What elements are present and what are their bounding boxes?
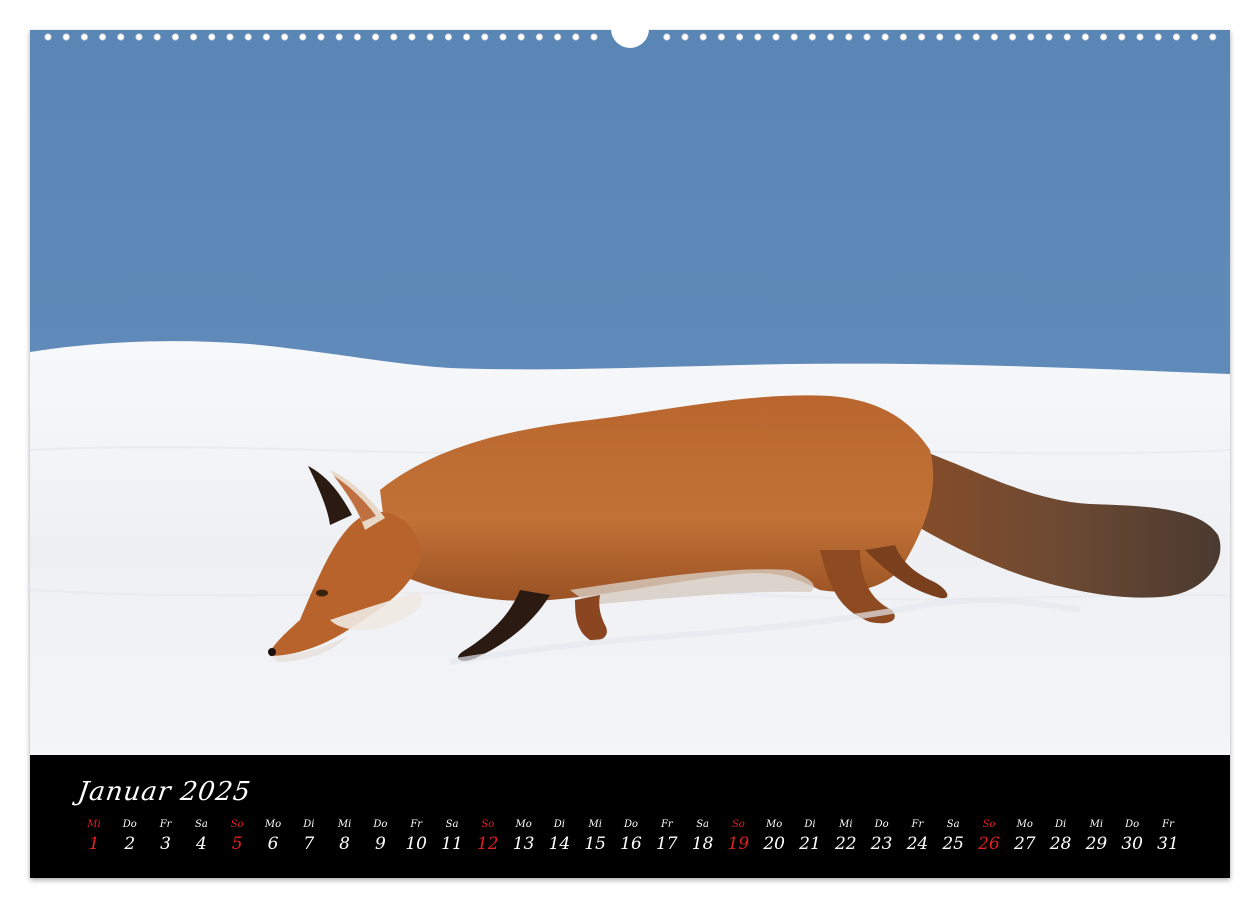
day-number: 20 bbox=[763, 834, 785, 854]
calendar-day: Di 21 bbox=[792, 819, 828, 855]
calendar-day: Mi 8 bbox=[327, 819, 363, 855]
day-row: Mi 1 Do 2 Fr 3 Sa 4 So 5 Mo 6 Di 7 Mi 8 Do 9 Fr 10 Sa 11 So 12 M… bbox=[76, 819, 1196, 869]
day-number: 18 bbox=[691, 834, 714, 854]
calendar-day: Fr 17 bbox=[649, 819, 685, 855]
weekday-label: So bbox=[982, 819, 996, 830]
weekday-label: Di bbox=[1054, 819, 1067, 830]
calendar-day: Fr 31 bbox=[1150, 819, 1186, 855]
calendar-day: Di 28 bbox=[1043, 819, 1079, 855]
day-number: 31 bbox=[1157, 834, 1179, 854]
day-number: 8 bbox=[339, 834, 350, 854]
calendar-day: Sa 11 bbox=[434, 819, 470, 855]
day-number: 22 bbox=[834, 834, 857, 854]
calendar-day: Mi 22 bbox=[828, 819, 864, 855]
calendar-day: Do 2 bbox=[112, 819, 148, 855]
day-number: 11 bbox=[441, 834, 463, 854]
day-number: 6 bbox=[267, 834, 279, 854]
calendar-strip: Januar 2025 Mi 1 Do 2 Fr 3 Sa 4 So 5 Mo 6 Di 7 Mi 8 Do 9 F… bbox=[30, 755, 1230, 878]
weekday-label: Mi bbox=[87, 819, 101, 830]
weekday-label: Mo bbox=[264, 819, 282, 830]
day-number: 26 bbox=[978, 834, 1000, 854]
calendar-day: Mo 13 bbox=[506, 819, 542, 855]
day-number: 5 bbox=[231, 834, 243, 854]
weekday-label: Fr bbox=[159, 819, 172, 830]
calendar-day: So 5 bbox=[219, 819, 255, 855]
weekday-label: Do bbox=[874, 819, 889, 830]
weekday-label: Mo bbox=[515, 819, 532, 830]
weekday-label: Sa bbox=[194, 819, 208, 830]
day-number: 17 bbox=[655, 834, 678, 854]
calendar-day: Sa 18 bbox=[685, 819, 721, 855]
day-number: 25 bbox=[942, 834, 964, 854]
day-number: 9 bbox=[374, 834, 386, 854]
day-number: 24 bbox=[906, 834, 929, 854]
calendar-day: Fr 3 bbox=[148, 819, 184, 855]
calendar-day: Di 14 bbox=[541, 819, 577, 855]
weekday-label: Fr bbox=[660, 819, 673, 830]
day-number: 4 bbox=[195, 834, 207, 854]
day-number: 12 bbox=[476, 834, 499, 854]
calendar-day: So 26 bbox=[971, 819, 1007, 855]
weekday-label: So bbox=[731, 819, 745, 830]
day-number: 7 bbox=[303, 834, 315, 854]
calendar-day: So 19 bbox=[720, 819, 756, 855]
weekday-label: Do bbox=[122, 819, 137, 830]
weekday-label: Di bbox=[303, 819, 315, 830]
calendar-page: Januar 2025 Mi 1 Do 2 Fr 3 Sa 4 So 5 Mo 6 Di 7 Mi 8 Do 9 F… bbox=[0, 0, 1260, 908]
calendar-sheet: Januar 2025 Mi 1 Do 2 Fr 3 Sa 4 So 5 Mo 6 Di 7 Mi 8 Do 9 F… bbox=[30, 30, 1230, 878]
calendar-day: Do 23 bbox=[864, 819, 900, 855]
day-number: 29 bbox=[1085, 834, 1108, 854]
weekday-label: Di bbox=[804, 819, 816, 830]
fox-photo bbox=[30, 30, 1230, 755]
calendar-day: Do 30 bbox=[1114, 819, 1150, 855]
day-number: 28 bbox=[1049, 834, 1072, 854]
calendar-day: So 12 bbox=[470, 819, 506, 855]
weekday-label: Sa bbox=[445, 819, 459, 830]
weekday-label: Fr bbox=[410, 819, 423, 830]
calendar-day: Mo 6 bbox=[255, 819, 291, 855]
calendar-day: Do 16 bbox=[613, 819, 649, 855]
weekday-label: Do bbox=[623, 819, 639, 830]
day-number: 10 bbox=[405, 834, 427, 854]
calendar-day: Fr 10 bbox=[398, 819, 434, 855]
weekday-label: Do bbox=[373, 819, 388, 830]
day-number: 1 bbox=[88, 834, 100, 854]
weekday-label: Fr bbox=[911, 819, 924, 830]
day-number: 30 bbox=[1121, 834, 1143, 854]
day-number: 19 bbox=[727, 834, 750, 854]
weekday-label: Sa bbox=[696, 819, 709, 830]
day-number: 23 bbox=[870, 834, 893, 854]
weekday-label: Mi bbox=[588, 819, 602, 830]
calendar-day: Do 9 bbox=[362, 819, 398, 855]
calendar-day: Di 7 bbox=[291, 819, 327, 855]
day-number: 13 bbox=[512, 834, 535, 854]
weekday-label: Di bbox=[553, 819, 565, 830]
weekday-label: Mi bbox=[1089, 819, 1104, 830]
day-number: 2 bbox=[124, 834, 136, 854]
weekday-label: Mi bbox=[839, 819, 853, 830]
weekday-label: Mo bbox=[766, 819, 783, 830]
calendar-day: Mo 27 bbox=[1007, 819, 1043, 855]
weekday-label: Do bbox=[1125, 819, 1140, 830]
day-number: 14 bbox=[548, 834, 571, 854]
weekday-label: Fr bbox=[1162, 819, 1174, 830]
weekday-label: Sa bbox=[946, 819, 960, 830]
calendar-day: Mo 20 bbox=[756, 819, 792, 855]
calendar-day: Sa 4 bbox=[183, 819, 219, 855]
weekday-label: So bbox=[230, 819, 244, 830]
month-title: Januar 2025 bbox=[75, 777, 253, 807]
calendar-day: Mi 15 bbox=[577, 819, 613, 855]
calendar-day: Mi 29 bbox=[1078, 819, 1114, 855]
calendar-day: Fr 24 bbox=[899, 819, 935, 855]
day-number: 21 bbox=[799, 834, 821, 854]
day-number: 3 bbox=[160, 834, 171, 854]
weekday-label: So bbox=[481, 819, 495, 830]
weekday-label: Mo bbox=[1016, 819, 1033, 830]
calendar-day: Sa 25 bbox=[935, 819, 971, 855]
day-number: 15 bbox=[584, 834, 606, 854]
weekday-label: Mi bbox=[337, 819, 352, 830]
day-number: 27 bbox=[1013, 834, 1036, 854]
day-number: 16 bbox=[620, 834, 642, 854]
calendar-day: Mi 1 bbox=[76, 819, 112, 855]
